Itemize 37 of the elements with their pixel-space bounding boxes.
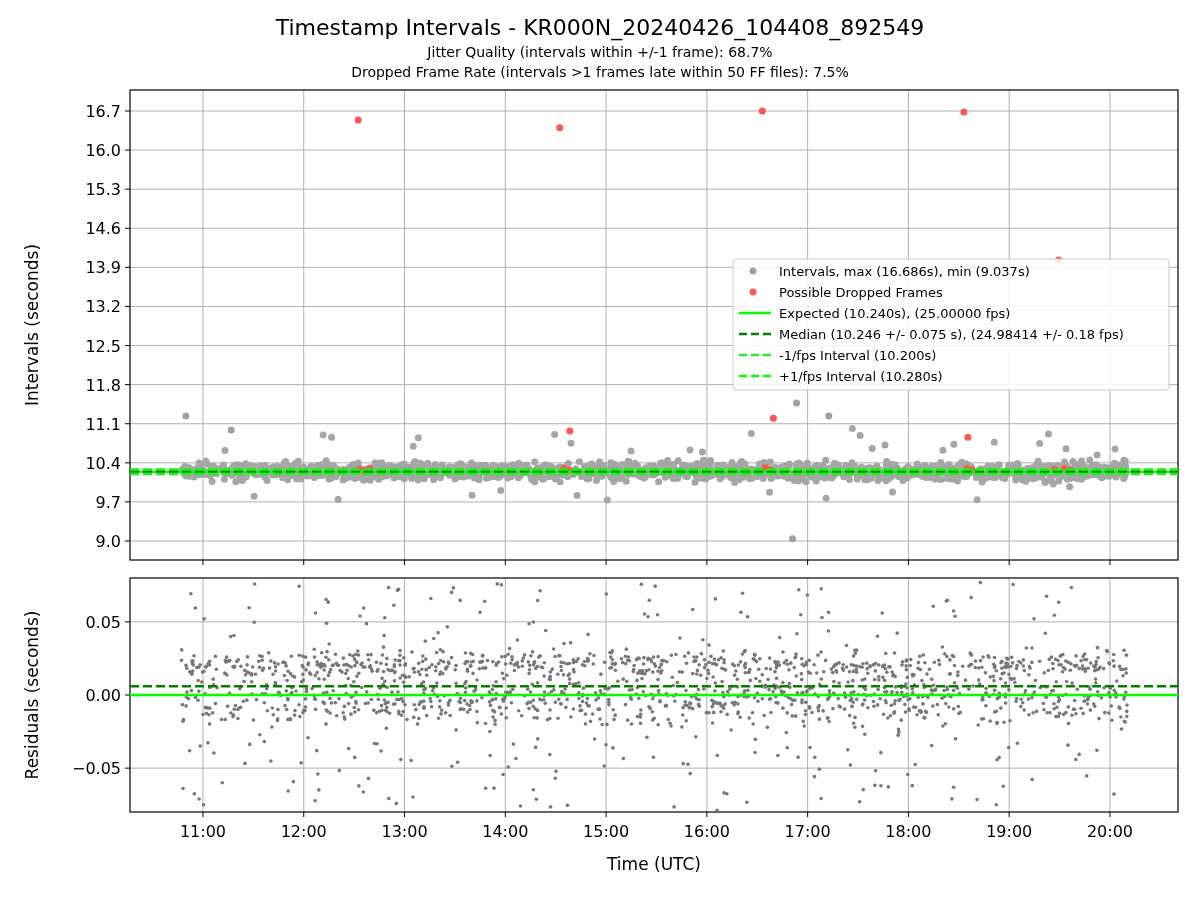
y-tick-label: 11.8 bbox=[85, 375, 121, 395]
y-tick-label: 0.00 bbox=[85, 686, 121, 705]
x-tick-label: 16:00 bbox=[683, 822, 730, 841]
y-tick-label: 11.1 bbox=[85, 414, 121, 434]
y-tick-label: 9.0 bbox=[95, 532, 121, 551]
x-axis-label: Time (UTC) bbox=[607, 854, 701, 874]
y-tick-label: 10.4 bbox=[85, 453, 121, 473]
legend-label: +1/fps Interval (10.280s) bbox=[779, 369, 943, 384]
y-tick-label: 13.9 bbox=[85, 258, 121, 278]
y-tick-label: 15.3 bbox=[85, 180, 121, 200]
chart-subtitle: Dropped Frame Rate (intervals >1 frames late within 50 FF files): 7.5% bbox=[351, 63, 849, 82]
x-tick-label: 11:00 bbox=[179, 822, 226, 841]
x-tick-label: 12:00 bbox=[280, 822, 327, 841]
y-tick-label: 9.7 bbox=[95, 492, 121, 512]
y-axis-label: Residuals (seconds) bbox=[22, 610, 42, 780]
x-tick-label: 18:00 bbox=[885, 822, 932, 841]
y-tick-label: 14.6 bbox=[85, 219, 121, 239]
legend-label: -1/fps Interval (10.200s) bbox=[779, 348, 937, 363]
y-tick-label: 16.7 bbox=[85, 102, 121, 121]
y-tick-label: 13.2 bbox=[85, 297, 121, 317]
chart-subtitle: Jitter Quality (intervals within +/-1 frame): 68.7% bbox=[427, 43, 773, 62]
x-tick-label: 19:00 bbox=[986, 822, 1033, 841]
legend-label: Median (10.246 +/- 0.075 s), (24.98414 +/- 0.18 fps) bbox=[779, 327, 1124, 342]
y-axis-label: Intervals (seconds) bbox=[22, 243, 42, 407]
legend-label: Intervals, max (16.686s), min (9.037s) bbox=[779, 264, 1030, 279]
legend-label: Possible Dropped Frames bbox=[779, 285, 943, 300]
x-tick-label: 17:00 bbox=[784, 822, 831, 841]
y-tick-label: 12.5 bbox=[85, 336, 121, 356]
x-tick-label: 20:00 bbox=[1086, 822, 1134, 841]
y-tick-label: 0.05 bbox=[85, 612, 121, 632]
x-tick-label: 15:00 bbox=[583, 822, 630, 841]
legend-label: Expected (10.240s), (25.00000 fps) bbox=[779, 306, 1011, 321]
x-tick-label: 14:00 bbox=[482, 822, 529, 841]
y-tick-label: −0.05 bbox=[71, 759, 121, 779]
x-tick-label: 13:00 bbox=[381, 822, 428, 841]
chart-title: Timestamp Intervals - KR000N_20240426_104408_892549 bbox=[275, 14, 925, 42]
y-tick-label: 16.0 bbox=[85, 141, 121, 161]
